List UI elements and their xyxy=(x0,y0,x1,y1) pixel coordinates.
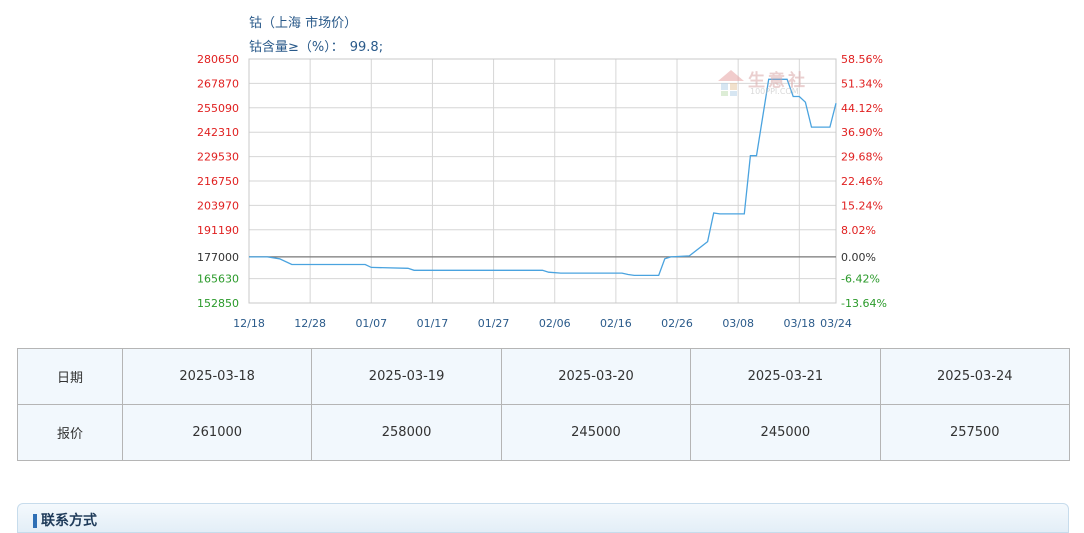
watermark-site: 100PPI.COM xyxy=(750,87,799,96)
y-left-tick-label: 191190 xyxy=(197,224,239,237)
y-right-tick-label: -6.42% xyxy=(841,273,880,286)
contact-section-header: 联系方式 xyxy=(17,503,1069,533)
price-cell: 245000 xyxy=(690,404,881,461)
price-cell: 261000 xyxy=(121,404,313,461)
y-left-tick-label: 177000 xyxy=(197,251,239,264)
price-row: 报价 261000 258000 245000 245000 257500 xyxy=(17,404,1071,461)
date-cell: 2025-03-21 xyxy=(690,348,881,405)
x-tick-label: 12/18 xyxy=(233,317,265,330)
y-left-tick-label: 165630 xyxy=(197,273,239,286)
y-left-tick-label: 203970 xyxy=(197,199,239,212)
date-cell: 2025-03-19 xyxy=(311,348,502,405)
line-chart-svg: 280650 267870 255090 242310 229530 216750 2039… xyxy=(197,53,887,330)
date-cell: 2025-03-18 xyxy=(121,348,313,405)
x-tick-label: 01/27 xyxy=(478,317,510,330)
y-left-tick-label: 242310 xyxy=(197,126,239,139)
y-right-tick-label: 0.00% xyxy=(841,251,876,264)
x-tick-label: 03/18 xyxy=(783,317,815,330)
y-right-tick-label: 8.02% xyxy=(841,224,876,237)
price-table: 日期 2025-03-18 2025-03-19 2025-03-20 2025… xyxy=(17,348,1071,461)
date-cell: 2025-03-24 xyxy=(879,348,1071,405)
x-tick-label: 01/17 xyxy=(417,317,449,330)
price-row-label: 报价 xyxy=(17,404,123,461)
x-tick-label: 01/07 xyxy=(355,317,387,330)
y-right-tick-label: 36.90% xyxy=(841,126,883,139)
date-row-label: 日期 xyxy=(17,348,123,405)
y-right-tick-label: -13.64% xyxy=(841,297,887,310)
y-left-tick-label: 152850 xyxy=(197,297,239,310)
series-line xyxy=(249,78,837,277)
x-tick-label: 03/08 xyxy=(722,317,754,330)
x-tick-label: 02/26 xyxy=(661,317,693,330)
chart-series xyxy=(249,78,837,277)
y-left-tick-label: 255090 xyxy=(197,102,239,115)
section-marker-icon xyxy=(33,514,37,528)
x-tick-label: 03/24 xyxy=(820,317,852,330)
y-right-tick-label: 22.46% xyxy=(841,175,883,188)
price-cell: 257500 xyxy=(879,404,1071,461)
date-cell: 2025-03-20 xyxy=(500,348,692,405)
price-chart: 钴（上海 市场价） 钴含量≥（%）： 99.8; 280650 267870 2550… xyxy=(0,0,1084,340)
watermark: 生意社 100PPI.COM xyxy=(716,66,826,100)
y-left-tick-label: 280650 xyxy=(197,53,239,66)
date-row: 日期 2025-03-18 2025-03-19 2025-03-20 2025… xyxy=(17,348,1071,405)
y-right-tick-label: 51.34% xyxy=(841,77,883,90)
price-cell: 245000 xyxy=(500,404,692,461)
y-right-tick-label: 44.12% xyxy=(841,102,883,115)
y-right-tick-label: 58.56% xyxy=(841,53,883,66)
y-right-tick-label: 15.24% xyxy=(841,199,883,212)
x-tick-label: 02/16 xyxy=(600,317,632,330)
x-tick-label: 12/28 xyxy=(294,317,326,330)
y-left-tick-label: 229530 xyxy=(197,151,239,164)
contact-title: 联系方式 xyxy=(41,513,97,529)
x-tick-label: 02/06 xyxy=(539,317,571,330)
y-right-tick-label: 29.68% xyxy=(841,151,883,164)
y-left-tick-label: 267870 xyxy=(197,77,239,90)
y-left-tick-label: 216750 xyxy=(197,175,239,188)
price-cell: 258000 xyxy=(311,404,502,461)
watermark-logo-icon xyxy=(718,70,744,96)
